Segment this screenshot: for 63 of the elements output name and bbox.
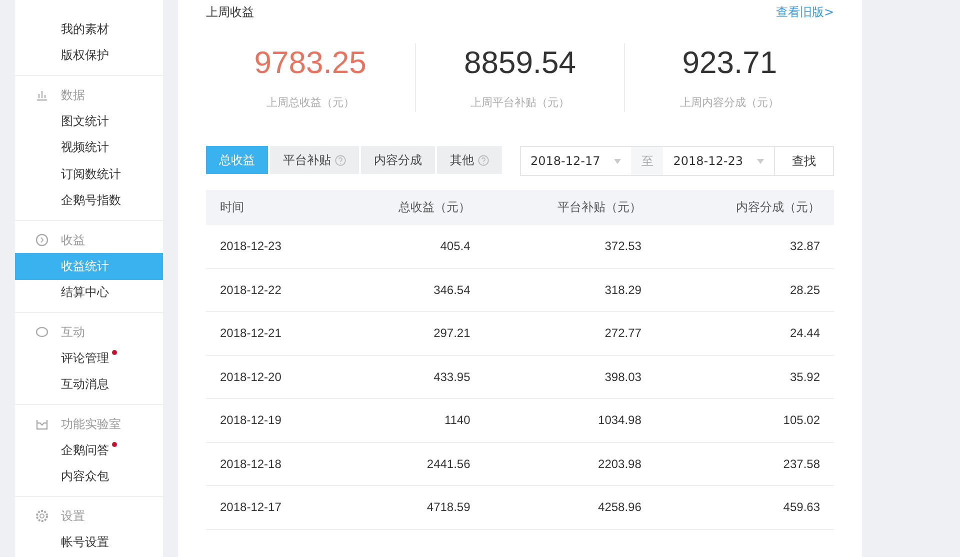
- tab[interactable]: 内容分成: [361, 146, 435, 174]
- table-cell: 1034.98: [484, 398, 670, 442]
- tray-icon: [35, 417, 49, 431]
- table-cell: 2018-12-22: [206, 268, 338, 312]
- sidebar-item[interactable]: 帐号设置: [15, 529, 163, 556]
- table-cell: 28.25: [669, 268, 834, 312]
- column-header: 内容分成（元）: [669, 190, 834, 225]
- sidebar-item[interactable]: 企鹅问答: [15, 437, 163, 464]
- column-header: 时间: [206, 190, 338, 225]
- column-header: 总收益（元）: [337, 190, 484, 225]
- tab[interactable]: 其他: [437, 146, 502, 174]
- table-cell: 2441.56: [337, 442, 484, 486]
- table-cell: 272.77: [484, 312, 670, 355]
- section-title: 上周收益: [206, 4, 254, 21]
- sidebar-group-title: 收益: [61, 232, 85, 248]
- sidebar-group-title: 数据: [61, 86, 85, 104]
- table-cell: 2018-12-21: [206, 312, 338, 355]
- table-cell: 297.21: [337, 312, 484, 355]
- bar-chart-icon: [35, 88, 49, 102]
- sidebar-group-title: 设置: [61, 508, 85, 524]
- sidebar-item[interactable]: 企鹅号指数: [15, 188, 163, 214]
- table-cell: 2018-12-20: [206, 355, 338, 398]
- stat-value: 923.71: [682, 45, 778, 81]
- table-cell: 346.54: [337, 268, 484, 312]
- table-cell: 372.53: [484, 225, 670, 268]
- chat-bubble-icon: [35, 325, 49, 339]
- sidebar-item[interactable]: 互动消息: [15, 372, 163, 398]
- table-cell: 318.29: [484, 268, 670, 312]
- table-cell: 405.4: [337, 225, 484, 268]
- table-cell: 2018-12-17: [206, 486, 338, 529]
- sidebar-item[interactable]: 版权保护: [15, 42, 163, 69]
- stat-value: 8859.54: [464, 45, 576, 81]
- sidebar-item[interactable]: 内容众包: [15, 464, 163, 490]
- table-cell: 237.58: [669, 442, 834, 486]
- table-cell: 4718.59: [337, 486, 484, 529]
- stat-label: 上周平台补贴（元）: [470, 95, 570, 110]
- table-cell: 2018-12-18: [206, 442, 338, 486]
- table-cell: 24.44: [669, 312, 834, 355]
- sidebar-item[interactable]: 视频统计: [15, 134, 163, 161]
- column-header: 平台补贴（元）: [484, 190, 670, 225]
- sidebar-item[interactable]: 图文统计: [15, 108, 163, 134]
- table-cell: 35.92: [669, 355, 834, 398]
- settings-icon: [35, 509, 49, 523]
- table-cell: 2018-12-23: [206, 225, 338, 268]
- tab[interactable]: 平台补贴: [270, 146, 359, 174]
- sidebar-item[interactable]: 我的素材: [15, 16, 163, 42]
- table-cell: 398.03: [484, 355, 670, 398]
- sidebar-group-title: 互动: [61, 324, 85, 340]
- table-cell: 32.87: [669, 225, 834, 268]
- sidebar-item[interactable]: 结算中心: [15, 280, 163, 306]
- table-cell: 459.63: [669, 486, 834, 529]
- table-cell: 2203.98: [484, 442, 670, 486]
- stat-label: 上周总收益（元）: [266, 95, 354, 110]
- table-cell: 433.95: [337, 355, 484, 398]
- table-cell: 4258.96: [484, 486, 670, 529]
- sidebar-item[interactable]: 评论管理: [15, 345, 163, 372]
- table-cell: 1140: [337, 398, 484, 442]
- stat-label: 上周内容分成（元）: [680, 95, 780, 110]
- table-cell: 2018-12-19: [206, 398, 338, 442]
- sidebar-item[interactable]: 订阅数统计: [15, 161, 163, 188]
- sidebar-group-title: 功能实验室: [61, 416, 121, 432]
- table-cell: 105.02: [669, 398, 834, 442]
- stat-value: 9783.25: [254, 45, 366, 81]
